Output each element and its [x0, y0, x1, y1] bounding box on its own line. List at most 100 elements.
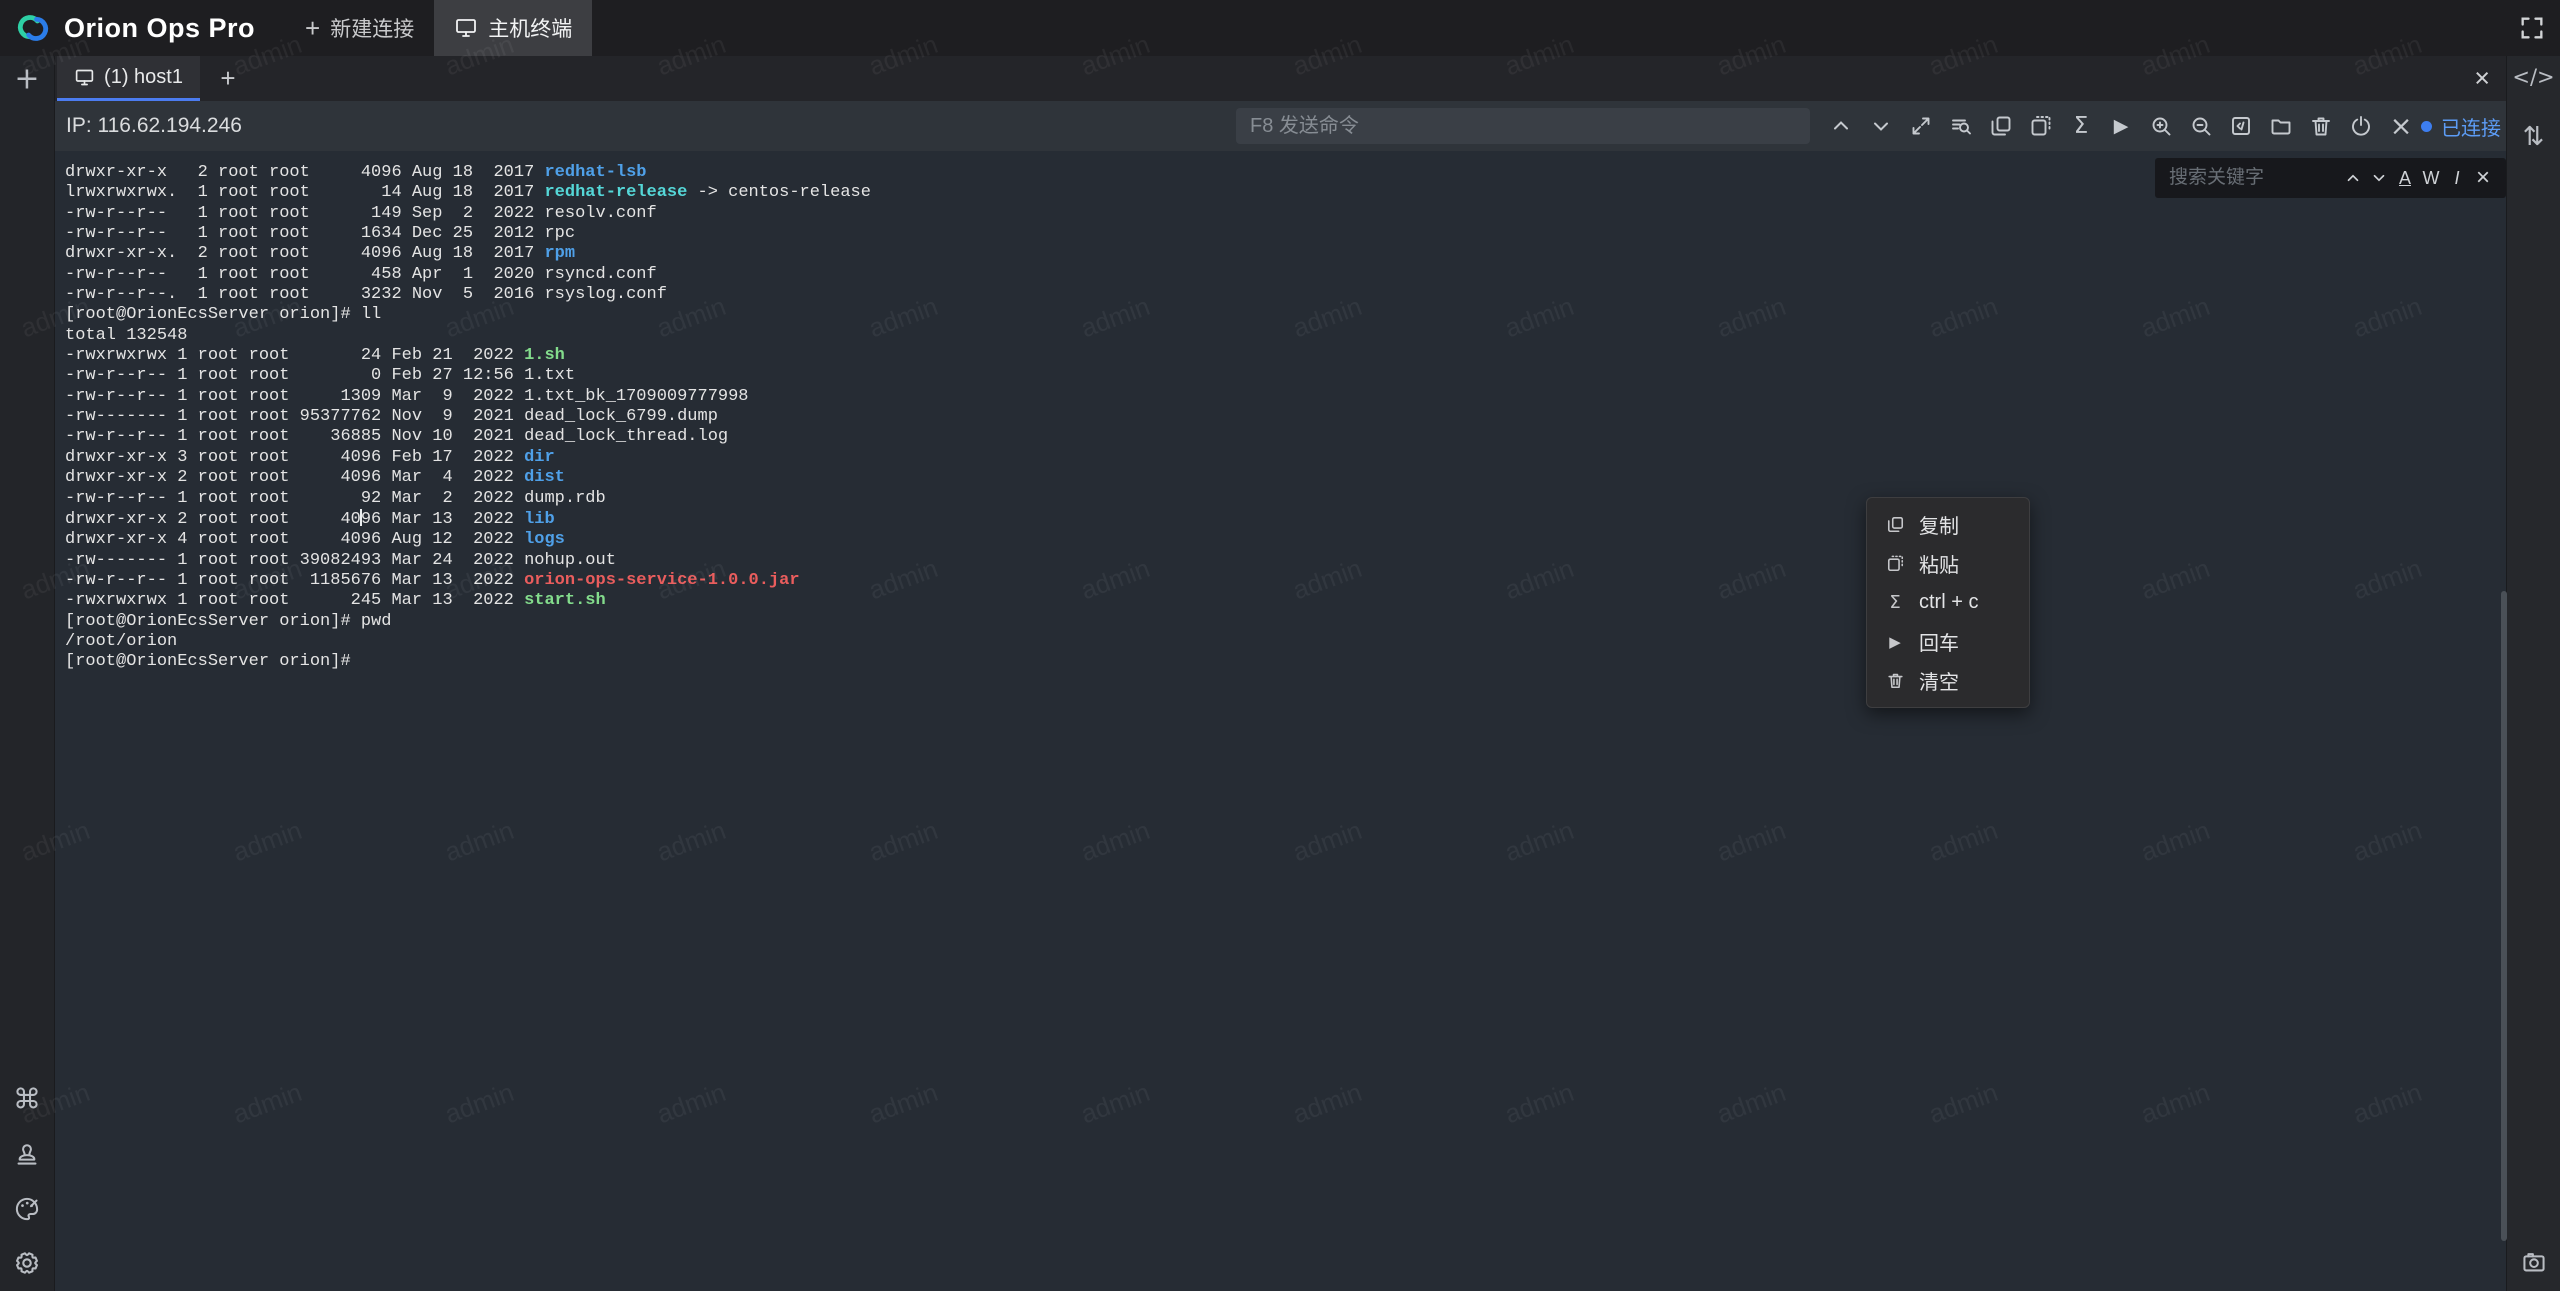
- terminal-line: -rw-r--r-- 1 root root 92 Mar 2 2022 dum…: [65, 489, 2496, 509]
- terminal-line: -rw-r--r-- 1 root root 458 Apr 1 2020 rs…: [65, 265, 2496, 285]
- search-list-icon: [1949, 114, 1973, 138]
- tab-host1[interactable]: (1) host1: [57, 56, 200, 101]
- paste-button[interactable]: [2025, 110, 2057, 142]
- menu-item-copy[interactable]: 复制: [1867, 505, 2029, 544]
- trash-icon: [2309, 114, 2333, 138]
- new-tab-button[interactable]: +: [208, 56, 248, 101]
- palette-icon: [14, 1196, 41, 1223]
- search-next-button[interactable]: [2366, 164, 2392, 192]
- terminal-line: [root@OrionEcsServer orion]#: [65, 652, 2496, 672]
- font-zoom-in-button[interactable]: [2145, 110, 2177, 142]
- trash-icon: [1885, 671, 1905, 690]
- copy-button[interactable]: [1985, 110, 2017, 142]
- terminal-line: drwxr-xr-x 2 root root 4096 Mar 4 2022 d…: [65, 468, 2496, 488]
- send-ctrl-c-button[interactable]: Σ: [2065, 110, 2097, 142]
- close-terminal-button[interactable]: ×: [2385, 110, 2417, 142]
- left-sidebar: + ⌘: [0, 56, 55, 1291]
- scroll-up-button[interactable]: [1825, 110, 1857, 142]
- terminal-output[interactable]: drwxr-xr-x 2 root root 4096 Aug 18 2017 …: [55, 151, 2506, 1291]
- play-icon: ▶: [2114, 115, 2129, 137]
- scroll-down-button[interactable]: [1865, 110, 1897, 142]
- match-case-button[interactable]: A: [2392, 164, 2418, 192]
- terminal-toolbar: IP: 116.62.194.246 Σ: [55, 101, 2506, 151]
- menu-item-clear[interactable]: 清空: [1867, 661, 2029, 700]
- nav-host-terminal-label: 主机终端: [488, 13, 572, 43]
- send-command-input[interactable]: [1236, 108, 1810, 144]
- terminal-line: -rw-r--r-- 1 root root 1309 Mar 9 2022 1…: [65, 387, 2496, 407]
- menu-item-paste[interactable]: 粘贴: [1867, 544, 2029, 583]
- terminal-line: -rw------- 1 root root 95377762 Nov 9 20…: [65, 407, 2496, 427]
- fullscreen-button[interactable]: [2518, 14, 2546, 42]
- sidebar-item-commands[interactable]: ⌘: [13, 1083, 41, 1116]
- app-window: Orion Ops Pro + 新建连接 主机终端 + ⌘: [0, 0, 2560, 1291]
- whole-word-button[interactable]: W: [2418, 164, 2444, 192]
- swap-vertical-icon: ⇅: [2523, 122, 2545, 152]
- sidebar-item-settings[interactable]: [13, 1249, 41, 1277]
- paste-icon: [1885, 554, 1905, 573]
- terminal-line: drwxr-xr-x 3 root root 4096 Feb 17 2022 …: [65, 448, 2496, 468]
- terminal-line: -rw-r--r--. 1 root root 3232 Nov 5 2016 …: [65, 285, 2496, 305]
- play-icon: ▶: [1885, 633, 1905, 651]
- swap-vertical-button[interactable]: ⇅: [2523, 122, 2545, 152]
- regex-button[interactable]: I: [2444, 164, 2470, 192]
- terminal-line: /root/orion: [65, 632, 2496, 652]
- sftp-button[interactable]: [2265, 110, 2297, 142]
- terminal-context-menu: 复制 粘贴 Σ ctrl + c ▶ 回车 清空: [1866, 497, 2030, 708]
- search-prev-button[interactable]: [2340, 164, 2366, 192]
- terminal-line: -rwxrwxrwx 1 root root 24 Feb 21 2022 1.…: [65, 346, 2496, 366]
- code-box-icon: [2229, 114, 2253, 138]
- terminal-line: [root@OrionEcsServer orion]# pwd: [65, 612, 2496, 632]
- terminal-scrollbar[interactable]: [2501, 591, 2507, 1241]
- camera-icon: [2520, 1249, 2547, 1276]
- connection-status: 已连接: [2421, 101, 2501, 151]
- expand-icon: [1909, 114, 1933, 138]
- command-icon: ⌘: [13, 1083, 41, 1116]
- code-icon: </>: [2512, 65, 2554, 89]
- sidebar-item-theme[interactable]: [14, 1196, 41, 1223]
- terminal-line: [root@OrionEcsServer orion]# ll: [65, 305, 2496, 325]
- power-icon: [2349, 114, 2373, 138]
- sigma-icon: Σ: [1885, 592, 1905, 613]
- menu-item-enter[interactable]: ▶ 回车: [1867, 622, 2029, 661]
- new-terminal-button[interactable]: +: [14, 62, 39, 97]
- terminal-line: -rw-r--r-- 1 root root 149 Sep 2 2022 re…: [65, 204, 2496, 224]
- close-all-tabs-button[interactable]: ×: [2474, 56, 2490, 101]
- terminal-search-panel: A W I ×: [2155, 158, 2506, 198]
- code-panel-button[interactable]: </>: [2512, 65, 2554, 89]
- terminal-line: -rwxrwxrwx 1 root root 245 Mar 13 2022 s…: [65, 591, 2496, 611]
- search-output-button[interactable]: [1945, 110, 1977, 142]
- nav-host-terminal[interactable]: 主机终端: [434, 0, 592, 56]
- disconnect-button[interactable]: [2345, 110, 2377, 142]
- header-bar: Orion Ops Pro + 新建连接 主机终端: [0, 0, 2560, 56]
- search-close-button[interactable]: ×: [2470, 164, 2496, 192]
- host-ip-label: IP: 116.62.194.246: [66, 101, 242, 151]
- chevron-up-icon: [1829, 114, 1853, 138]
- terminal-line: drwxr-xr-x 2 root root 4096 Mar 13 2022 …: [65, 509, 2496, 530]
- sigma-icon: Σ: [2074, 113, 2089, 139]
- monitor-icon: [454, 16, 478, 40]
- menu-item-ctrl-c-label: ctrl + c: [1919, 591, 1978, 614]
- terminal-line: -rw-r--r-- 1 root root 1634 Dec 25 2012 …: [65, 224, 2496, 244]
- menu-item-clear-label: 清空: [1919, 666, 1959, 695]
- screenshot-button[interactable]: [2520, 1249, 2547, 1276]
- terminal-settings-button[interactable]: [2225, 110, 2257, 142]
- search-input[interactable]: [2169, 167, 2340, 189]
- terminal-line: -rw------- 1 root root 39082493 Mar 24 2…: [65, 551, 2496, 571]
- menu-item-ctrl-c[interactable]: Σ ctrl + c: [1867, 583, 2029, 622]
- menu-item-paste-label: 粘贴: [1919, 549, 1959, 578]
- sidebar-item-stamp[interactable]: [14, 1141, 41, 1168]
- nav-new-connection[interactable]: + 新建连接: [285, 0, 434, 56]
- status-dot-icon: [2421, 121, 2432, 132]
- brand-logo-icon: [12, 7, 54, 49]
- plus-icon: +: [305, 15, 320, 41]
- expand-terminal-button[interactable]: [1905, 110, 1937, 142]
- send-enter-button[interactable]: ▶: [2105, 110, 2137, 142]
- zoom-out-icon: [2189, 114, 2213, 138]
- copy-icon: [1989, 114, 2013, 138]
- menu-item-enter-label: 回车: [1919, 627, 1959, 656]
- clear-button[interactable]: [2305, 110, 2337, 142]
- monitor-icon: [74, 67, 95, 88]
- font-zoom-out-button[interactable]: [2185, 110, 2217, 142]
- right-sidebar: </> ⇅: [2506, 56, 2560, 1291]
- terminal-line: -rw-r--r-- 1 root root 1185676 Mar 13 20…: [65, 571, 2496, 591]
